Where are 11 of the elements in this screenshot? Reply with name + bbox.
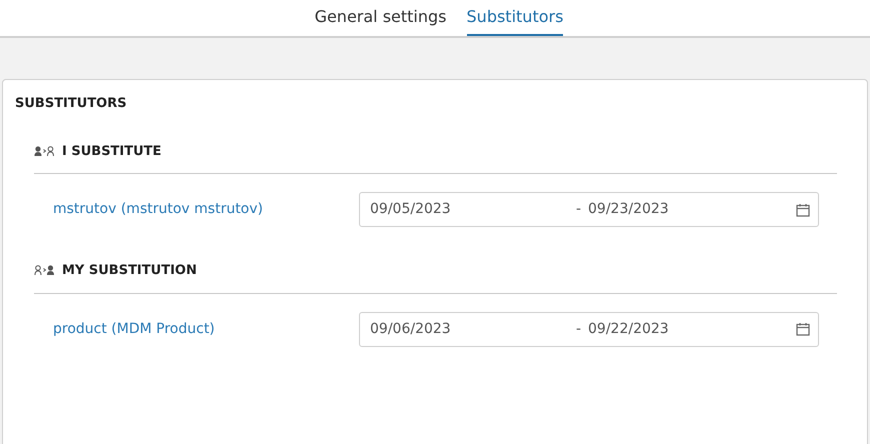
tab[interactable]: Substitutors xyxy=(466,0,564,36)
section-title: MY SUBSTITUTION xyxy=(62,262,197,280)
tab[interactable]: General settings xyxy=(314,0,447,36)
user-link[interactable]: mstrutov (mstrutov mstrutov) xyxy=(53,199,359,220)
date-range-field[interactable]: 09/05/2023 - 09/23/2023 xyxy=(359,192,819,227)
section-title: I SUBSTITUTE xyxy=(62,142,162,160)
panel-title: SUBSTITUTORS xyxy=(15,95,128,113)
calendar-icon[interactable] xyxy=(796,202,810,216)
calendar-icon[interactable] xyxy=(796,322,810,336)
date-range-field[interactable]: 09/06/2023 - 09/22/2023 xyxy=(359,312,819,346)
user-link[interactable]: product (MDM Product) xyxy=(53,318,359,340)
